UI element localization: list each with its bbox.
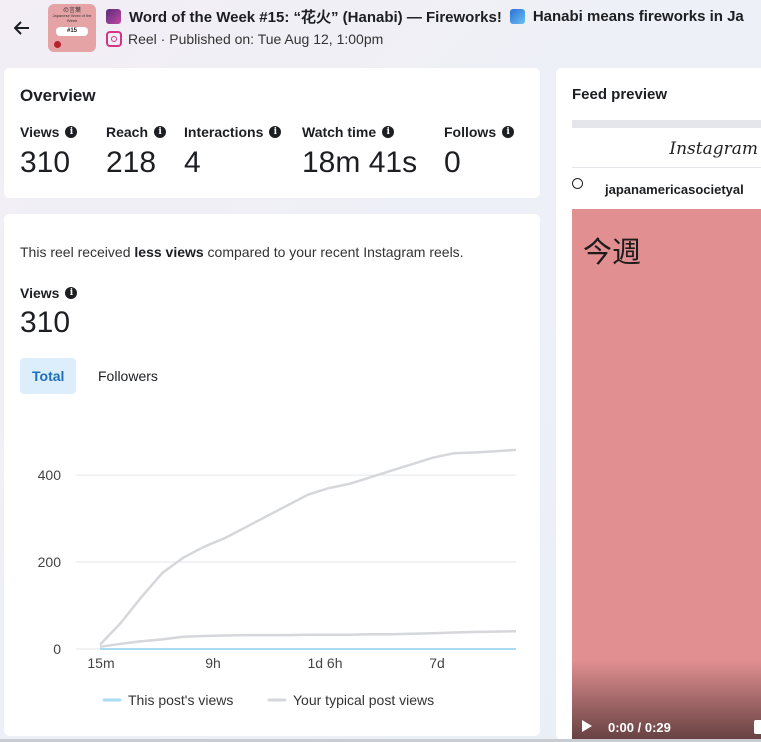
reel-subtitle: Reel · Published on: Tue Aug 12, 1:00pm <box>106 31 383 47</box>
y-tick-label: 0 <box>53 641 61 657</box>
video-time: 0:00 / 0:29 <box>608 720 671 735</box>
metric-interactions: Interactions i 4 <box>184 124 282 180</box>
series-line <box>99 448 517 646</box>
metric-views: Views i 310 <box>20 124 78 180</box>
info-icon[interactable]: i <box>502 126 515 138</box>
metric-watch-time-label: Watch time <box>302 124 377 140</box>
preview-top-bar <box>572 120 761 128</box>
metric-reach-label: Reach <box>106 124 149 140</box>
metric-reach-value: 218 <box>106 146 157 179</box>
legend-label: This post's views <box>128 692 233 708</box>
metric-watch-time-value: 18m 41s <box>302 146 418 179</box>
metric-views-label: Views <box>20 124 60 140</box>
mute-icon[interactable] <box>754 720 761 734</box>
info-icon[interactable]: i <box>65 126 78 138</box>
metric-follows-value: 0 <box>444 146 461 179</box>
rocket-emoji-icon <box>509 9 525 24</box>
fireworks-emoji-icon <box>106 9 121 24</box>
reel-title: Word of the Week #15: “花火” (Hanabi) — Fi… <box>106 6 744 27</box>
reel-thumbnail: の言葉 Japanese Word of the Week #15 <box>48 4 96 52</box>
lantern-icon <box>54 41 61 48</box>
views-detail-card: This reel received less views compared t… <box>4 214 540 736</box>
back-button[interactable] <box>10 16 34 40</box>
metric-watch-time: Watch time i 18m 41s <box>302 124 417 180</box>
video-player[interactable]: 今週 0:00 / 0:29 <box>572 209 761 740</box>
legend-label: Your typical post views <box>293 692 434 708</box>
video-caption-text: 今週 <box>583 235 642 269</box>
avatar <box>572 178 583 189</box>
reel-title-tail: Hanabi means fireworks in Ja <box>532 8 744 25</box>
play-icon[interactable] <box>582 720 592 732</box>
overview-card: Overview Views i 310 Reach i 218 Interacti… <box>4 68 540 198</box>
reel-title-text: Word of the Week #15: “花火” (Hanabi) — Fi… <box>129 9 502 26</box>
thumbnail-badge: #15 <box>56 27 88 36</box>
info-icon[interactable]: i <box>269 126 282 138</box>
overview-title: Overview <box>20 86 96 105</box>
x-tick-label: 9h <box>205 655 221 671</box>
views-line-chart: 0 200 400 15m 9h 1d 6h 7d This post's views Your… <box>38 448 517 708</box>
header: の言葉 Japanese Word of the Week #15 Word o… <box>0 0 761 62</box>
info-icon[interactable]: i <box>382 126 395 138</box>
post-author: japanamericasocietyal <box>572 172 761 206</box>
x-tick-label: 1d 6h <box>307 655 342 671</box>
arrow-left-icon <box>14 21 29 35</box>
metric-follows-label: Follows <box>444 124 497 140</box>
feed-preview-title: Feed preview <box>572 86 668 103</box>
x-tick-label: 7d <box>429 655 445 671</box>
instagram-header: Instagram <box>572 128 761 168</box>
series-line <box>99 629 517 649</box>
x-tick-label: 15m <box>87 655 114 671</box>
reel-subtitle-text: Reel · Published on: Tue Aug 12, 1:00pm <box>128 31 384 47</box>
instagram-icon <box>106 31 122 47</box>
info-icon[interactable]: i <box>154 126 167 138</box>
username: japanamericasocietyal <box>605 182 744 197</box>
metric-interactions-label: Interactions <box>184 124 264 140</box>
metric-reach: Reach i 218 <box>106 124 167 180</box>
y-tick-label: 400 <box>38 467 62 483</box>
thumbnail-sub-text: Japanese Word of the Week <box>52 13 92 23</box>
y-tick-label: 200 <box>38 554 62 570</box>
metric-follows: Follows i 0 <box>444 124 515 180</box>
feed-preview-card: Feed preview Instagram japanamericasocie… <box>556 68 761 740</box>
metric-interactions-value: 4 <box>184 146 201 179</box>
metric-views-value: 310 <box>20 146 71 179</box>
instagram-logo: Instagram <box>669 139 758 159</box>
